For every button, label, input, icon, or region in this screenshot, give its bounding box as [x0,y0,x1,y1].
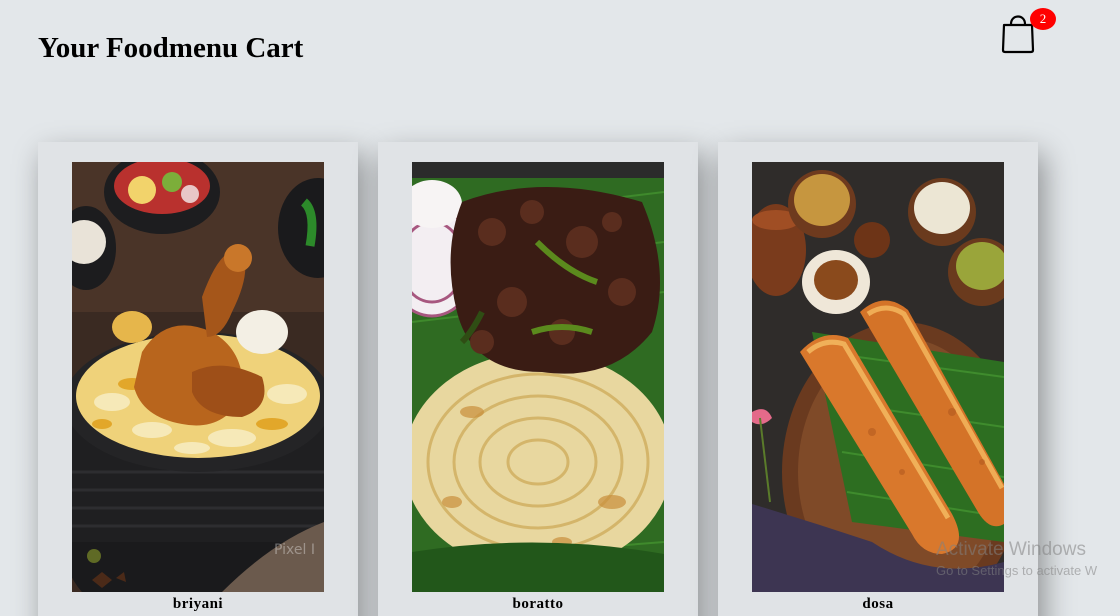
photo-watermark: Pixel I [274,542,315,558]
product-image-briyani: Pixel I [72,162,324,592]
activate-windows-title: Activate Windows [936,539,1086,560]
product-name: dosa [862,596,894,612]
product-image-dosa [752,162,1004,592]
activate-windows-watermark: Activate Windows Go to Settings to activ… [936,538,1097,580]
product-card-boratto[interactable]: boratto [378,142,698,616]
product-card-briyani[interactable]: Pixel I briyani [38,142,358,616]
product-name: briyani [172,596,224,612]
page-title: Your Foodmenu Cart [38,32,304,64]
cart-button[interactable]: 2 [1000,8,1056,54]
activate-windows-subtitle: Go to Settings to activate W [936,563,1098,578]
product-name: boratto [512,596,564,612]
cart-count-badge: 2 [1030,8,1056,30]
product-image-boratto [412,162,664,592]
